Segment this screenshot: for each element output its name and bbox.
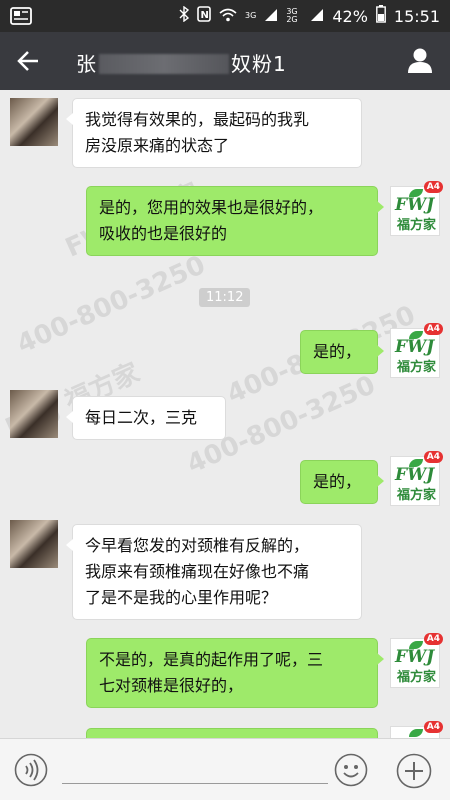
clock: 15:51 [393, 6, 440, 26]
brand-logo-text: FWJ [395, 337, 435, 357]
sent-message: 是的， [300, 460, 384, 504]
person-icon [408, 48, 432, 73]
brand-avatar[interactable]: A4 [390, 721, 443, 738]
svg-text:N: N [201, 10, 209, 21]
input-bar [0, 738, 450, 800]
message-text: 今早看您发的对颈椎有反解的， 我原来有颈椎痛现在好像也不痛 了是不是我的心里作用… [85, 536, 310, 607]
brand-avatar[interactable]: FWJ 福方家 A4 [390, 181, 443, 236]
nfc-icon: N [197, 6, 211, 26]
status-bar: N 3G 3G 2G 42% 15:51 [0, 0, 450, 32]
message-text: 是的， [313, 472, 362, 491]
network-a-label: 3G [245, 11, 257, 20]
received-message: 每日二次，三克 [66, 396, 226, 440]
brand-badge: A4 [423, 633, 443, 645]
signal-2-icon [310, 7, 324, 26]
chat-title-prefix: 张 [76, 52, 97, 76]
more-button[interactable] [396, 753, 432, 789]
back-button[interactable] [14, 46, 44, 76]
received-message: 我觉得有效果的，最起码的我乳 房没原来痛的状态了 [66, 98, 362, 168]
timestamp: 11:12 [199, 288, 251, 307]
brand-badge: A4 [423, 451, 443, 463]
emoji-button[interactable] [334, 753, 368, 787]
notification-icon [10, 6, 32, 30]
chat-header: 张 奴粉1 [0, 32, 450, 90]
message-list[interactable]: FWJ 福方家 400-800-3250 400-800-3250 400-80… [0, 90, 450, 738]
brand-chinese: 福方家 [397, 218, 437, 233]
back-arrow-icon [17, 51, 38, 71]
chat-title-suffix: 奴粉1 [231, 52, 287, 76]
message-input[interactable] [62, 783, 328, 784]
sent-message-partial [86, 728, 378, 738]
leaf-icon [409, 729, 423, 737]
received-message: 今早看您发的对颈椎有反解的， 我原来有颈椎痛现在好像也不痛 了是不是我的心里作用… [66, 524, 362, 620]
battery-icon [375, 5, 386, 27]
sent-message: 是的， [300, 330, 384, 374]
network-b-label: 3G 2G [286, 7, 298, 24]
emoji-icon [334, 753, 368, 787]
voice-button[interactable] [14, 753, 48, 787]
brand-chinese: 福方家 [397, 360, 437, 375]
brand-logo-text: FWJ [395, 195, 435, 215]
message-text: 我觉得有效果的，最起码的我乳 房没原来痛的状态了 [85, 110, 310, 155]
sent-message: 是的，您用的效果也是很好的， 吸收的也是很好的 [86, 186, 384, 256]
message-text: 每日二次，三克 [85, 408, 198, 427]
voice-icon [14, 753, 48, 787]
watermark-phone: 400-800-3250 [12, 250, 210, 360]
message-text: 是的，您用的效果也是很好的， 吸收的也是很好的 [99, 198, 324, 243]
brand-badge: A4 [423, 323, 443, 335]
contact-avatar[interactable] [10, 520, 58, 568]
brand-chinese: 福方家 [397, 488, 437, 503]
brand-badge: A4 [423, 721, 443, 733]
brand-avatar[interactable]: FWJ 福方家 A4 [390, 323, 443, 378]
brand-avatar[interactable]: FWJ 福方家 A4 [390, 633, 443, 688]
brand-logo-text: FWJ [395, 465, 435, 485]
message-text: 不是的，是真的起作用了呢，三 七对颈椎是很好的， [99, 650, 324, 695]
brand-logo-text: FWJ [395, 647, 435, 667]
bluetooth-icon [179, 5, 190, 26]
wifi-icon [219, 7, 237, 26]
contact-avatar[interactable] [10, 390, 58, 438]
plus-icon [396, 753, 432, 789]
battery-label: 42% [332, 6, 368, 26]
signal-icon [264, 7, 278, 26]
brand-chinese: 福方家 [397, 670, 437, 685]
contact-avatar[interactable] [10, 98, 58, 146]
redacted-name [99, 54, 229, 74]
message-text: 是的， [313, 342, 362, 361]
chat-info-button[interactable] [406, 46, 434, 74]
brand-avatar[interactable]: FWJ 福方家 A4 [390, 451, 443, 506]
sent-message: 不是的，是真的起作用了呢，三 七对颈椎是很好的， [86, 638, 384, 708]
brand-badge: A4 [423, 181, 443, 193]
chat-title: 张 奴粉1 [76, 48, 287, 77]
